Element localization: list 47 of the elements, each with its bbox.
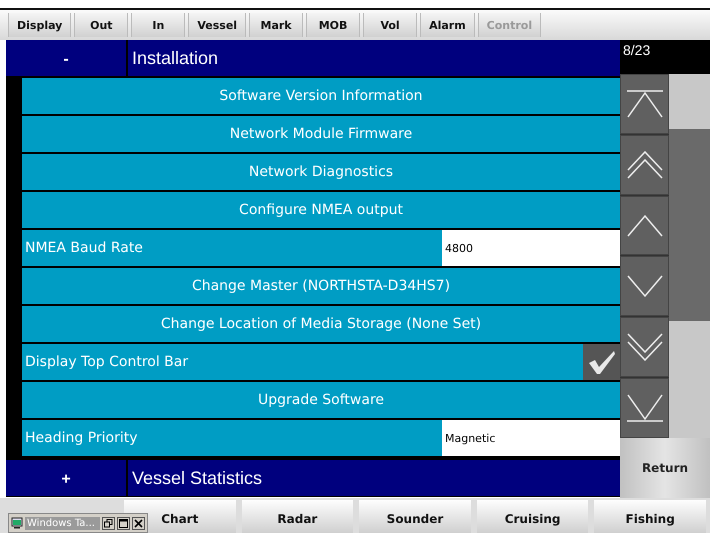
window-icon <box>11 517 23 529</box>
setting-label: NMEA Baud Rate <box>24 239 144 258</box>
close-icon <box>134 518 143 528</box>
scroll-bottom-icon <box>624 393 664 424</box>
checkmark-icon <box>586 349 616 375</box>
scroll-button[interactable] <box>620 317 669 378</box>
maximize-icon <box>119 518 128 528</box>
scroll-button[interactable] <box>620 74 669 134</box>
return-button[interactable]: Return <box>620 438 710 498</box>
setting-value-field[interactable]: Magnetic <box>442 420 620 456</box>
window-title: Windows Ta... <box>25 516 100 530</box>
section-header[interactable]: - Installation <box>6 40 620 77</box>
section-title: Vessel Statistics <box>131 466 262 490</box>
setting-label: Display Top Control Bar <box>24 353 190 372</box>
bottom-tab[interactable]: Fishing <box>594 500 706 533</box>
scroll-button[interactable] <box>620 378 669 438</box>
scroll-top-icon <box>624 88 664 119</box>
scrollbar-thumb[interactable] <box>669 129 710 321</box>
menu-tab[interactable]: Mark <box>249 13 304 37</box>
double-chevron-down-icon <box>624 332 664 362</box>
scroll-button[interactable] <box>620 256 669 316</box>
menu-tab[interactable]: Vessel <box>188 13 246 37</box>
menu-tab[interactable]: Display <box>8 13 72 37</box>
setting-value-field[interactable]: 4800 <box>442 230 620 266</box>
section-header[interactable]: + Vessel Statistics <box>6 460 620 497</box>
checkbox[interactable] <box>583 344 620 380</box>
page-counter: 8/23 <box>620 40 710 74</box>
restore-button[interactable] <box>102 516 115 530</box>
menu-tab[interactable]: Alarm <box>420 13 475 37</box>
maximize-button[interactable] <box>117 516 130 530</box>
chevron-down-icon <box>624 274 664 298</box>
scroll-button[interactable] <box>620 196 669 256</box>
bottom-tab[interactable]: Sounder <box>359 500 471 533</box>
menu-tab[interactable]: MOB <box>306 13 360 37</box>
chevron-up-icon <box>624 214 664 238</box>
bottom-tab[interactable]: Radar <box>242 500 354 533</box>
menu-tab[interactable]: Out <box>74 13 128 37</box>
double-chevron-up-icon <box>624 150 664 180</box>
expand-toggle[interactable]: + <box>6 460 128 496</box>
restore-icon <box>104 518 113 528</box>
menu-tab[interactable]: Vol <box>363 13 418 37</box>
bottom-tab[interactable]: Cruising <box>476 500 588 533</box>
scroll-button[interactable] <box>620 134 669 195</box>
section-title: Installation <box>131 46 218 70</box>
close-button[interactable] <box>132 516 145 530</box>
menu-tab[interactable]: In <box>131 13 186 37</box>
setting-label: Heading Priority <box>24 429 139 448</box>
